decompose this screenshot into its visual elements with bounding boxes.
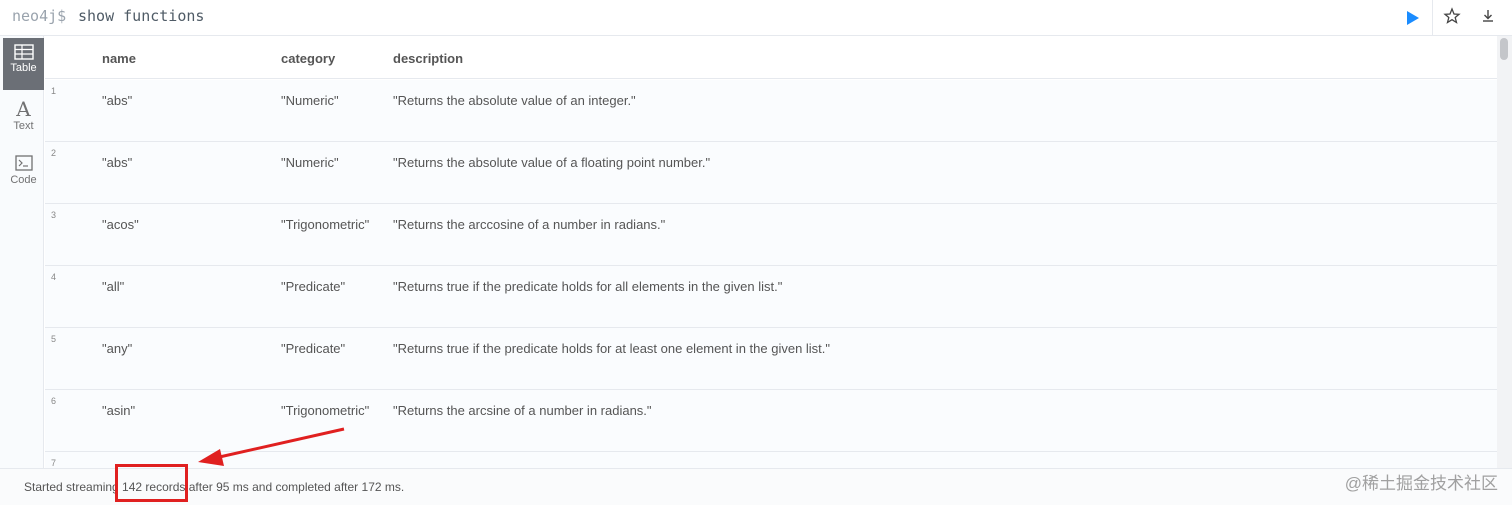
download-button[interactable] (1478, 6, 1498, 26)
watermark: @稀土掘金技术社区 (1344, 474, 1498, 493)
cell-name: "abs" (102, 93, 133, 108)
table-row: 4 "all" "Predicate" "Returns true if the… (45, 266, 1497, 328)
status-suffix: after 95 ms and completed after 172 ms. (185, 480, 405, 494)
cell-category: "Trigonometric" (281, 217, 370, 232)
result-table: name category description 1 "abs" "Numer… (45, 36, 1497, 468)
favorite-button[interactable] (1442, 6, 1462, 26)
cell-description: "Returns true if the predicate holds for… (393, 279, 783, 294)
cell-name: "acos" (102, 217, 139, 232)
column-header-name[interactable]: name (102, 51, 136, 66)
cell-category: "Predicate" (281, 341, 346, 356)
star-icon (1443, 7, 1461, 24)
cell-description: "Returns the absolute value of an intege… (393, 93, 636, 108)
row-index: 4 (51, 272, 57, 282)
column-header-category[interactable]: category (281, 51, 335, 66)
row-index: 6 (51, 396, 57, 406)
table-row: 3 "acos" "Trigonometric" "Returns the ar… (45, 204, 1497, 266)
cell-category: "Numeric" (281, 155, 339, 170)
row-index: 5 (51, 334, 57, 344)
query-input[interactable]: show functions (78, 7, 204, 25)
table-row: 6 "asin" "Trigonometric" "Returns the ar… (45, 390, 1497, 452)
row-index: 2 (51, 148, 57, 158)
table-icon (13, 44, 34, 60)
status-bar: Started streaming 142 records after 95 m… (0, 468, 1512, 505)
query-editor-bar: neo4j$ show functions (0, 0, 1512, 36)
table-header: name category description (45, 36, 1497, 79)
scrollbar-thumb[interactable] (1500, 38, 1508, 60)
cell-description: "Returns true if the predicate holds for… (393, 341, 831, 356)
cell-name: "any" (102, 341, 133, 356)
tab-code[interactable]: Code (3, 148, 44, 200)
table-row: 5 "any" "Predicate" "Returns true if the… (45, 328, 1497, 390)
play-icon (1407, 11, 1419, 25)
toolbar-divider (1432, 0, 1433, 36)
row-index: 3 (51, 210, 57, 220)
tab-code-label: Code (10, 174, 37, 186)
cell-name: "asin" (102, 403, 136, 418)
view-sidebar: Table A Text Code (0, 36, 44, 468)
prompt-label: neo4j$ (12, 7, 67, 25)
row-index: 7 (51, 458, 57, 468)
cell-category: "Numeric" (281, 93, 339, 108)
tab-text[interactable]: A Text (3, 94, 44, 146)
status-message: Started streaming 142 records after 95 m… (24, 480, 404, 494)
code-terminal-icon (14, 155, 33, 171)
cell-category: "Predicate" (281, 279, 346, 294)
run-button[interactable] (1402, 9, 1422, 27)
tab-text-label: Text (13, 120, 34, 132)
row-index: 1 (51, 86, 57, 96)
download-icon (1483, 10, 1493, 22)
table-row: 2 "abs" "Numeric" "Returns the absolute … (45, 142, 1497, 204)
cell-description: "Returns the arccosine of a number in ra… (393, 217, 666, 232)
cell-name: "all" (102, 279, 125, 294)
cell-description: "Returns the arcsine of a number in radi… (393, 403, 652, 418)
status-records: 142 records (122, 480, 186, 494)
table-row: 7 (45, 452, 1497, 468)
column-header-description[interactable]: description (393, 51, 463, 66)
status-prefix: Started streaming (24, 480, 123, 494)
tab-table[interactable]: Table (3, 38, 44, 90)
table-row: 1 "abs" "Numeric" "Returns the absolute … (45, 80, 1497, 142)
vertical-scrollbar[interactable] (1497, 36, 1512, 468)
text-icon: A (16, 97, 31, 121)
tab-table-label: Table (10, 62, 37, 74)
cell-description: "Returns the absolute value of a floatin… (393, 155, 711, 170)
cell-name: "abs" (102, 155, 133, 170)
cell-category: "Trigonometric" (281, 403, 370, 418)
